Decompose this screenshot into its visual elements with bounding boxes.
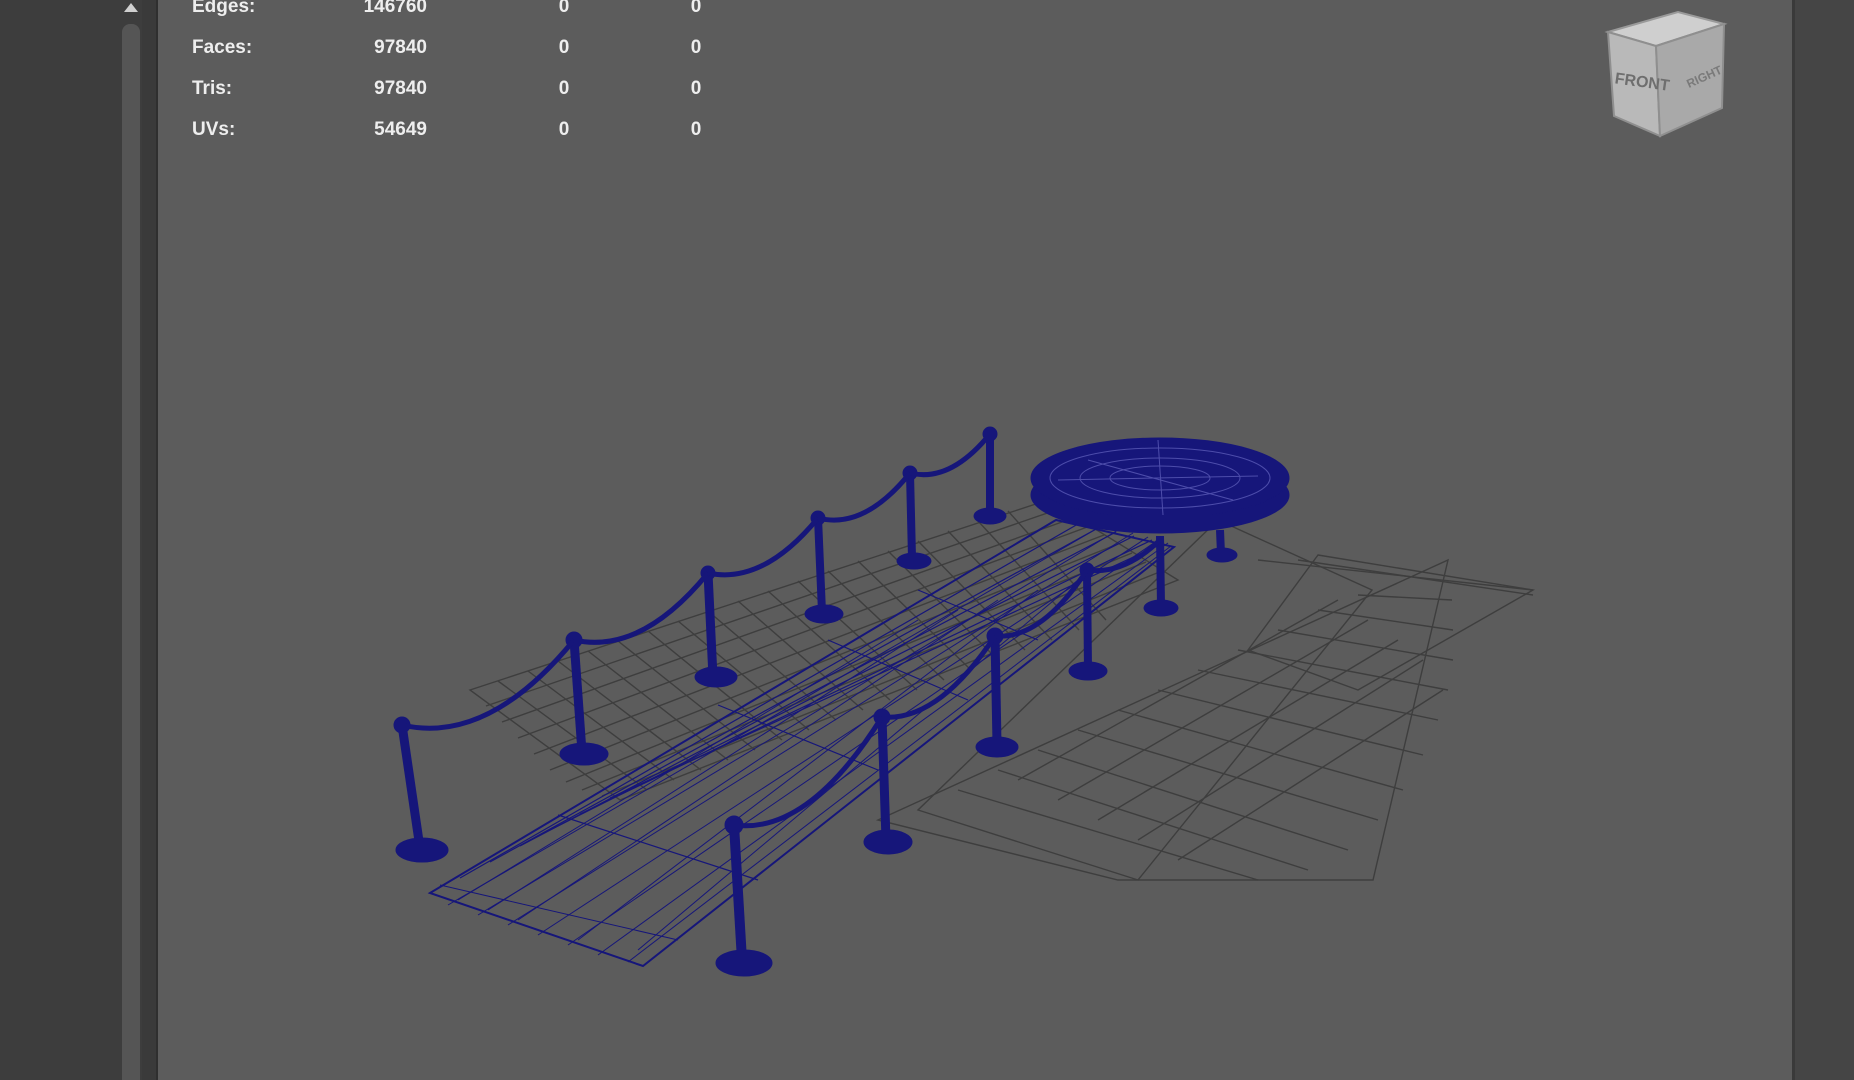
scrollbar-thumb[interactable] <box>122 24 140 1080</box>
hud-value: 97840 <box>374 37 427 58</box>
3d-viewport[interactable]: Edges: 146760 0 0 Faces: 97840 0 0 Tris:… <box>158 0 1792 1080</box>
scene-3d[interactable] <box>158 0 1792 1080</box>
hud-component-value: 0 <box>690 119 702 140</box>
hud-value: 146760 <box>363 0 427 17</box>
panel-divider[interactable] <box>142 0 158 1080</box>
right-panel-edge <box>1792 0 1854 1080</box>
hud-component-value: 0 <box>690 37 702 58</box>
hud-selected-value: 0 <box>558 37 570 58</box>
grid-plane-right <box>875 519 1536 881</box>
hud-value: 97840 <box>374 78 427 99</box>
hud-selected-value: 0 <box>558 78 570 99</box>
scroll-up-arrow-icon[interactable] <box>121 0 141 16</box>
round-platform <box>1030 437 1290 534</box>
left-panel <box>0 0 120 1080</box>
hud-selected-value: 0 <box>558 119 570 140</box>
viewcube-icon[interactable]: FRONT RIGHT <box>1598 4 1738 144</box>
hud-value: 54649 <box>374 119 427 140</box>
hud-selected-value: 0 <box>558 0 570 17</box>
hud-component-value: 0 <box>690 78 702 99</box>
hud-component-value: 0 <box>690 0 702 17</box>
